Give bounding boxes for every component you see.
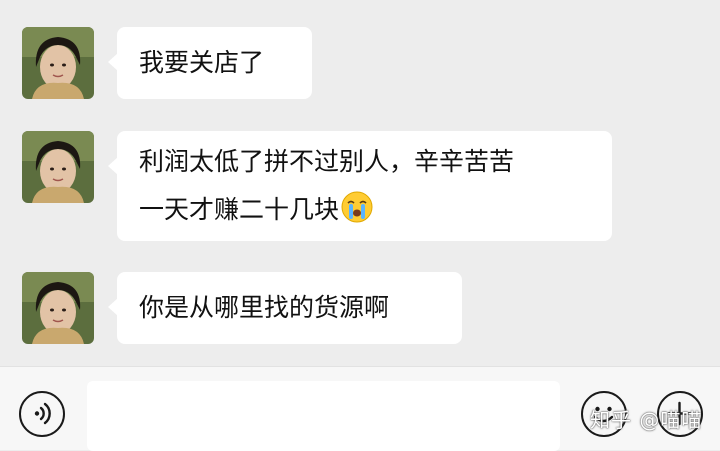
contact-avatar[interactable] [22, 272, 94, 344]
voice-input-button[interactable] [19, 391, 65, 437]
voice-icon [34, 402, 51, 425]
message-text-line: 利润太低了拼不过别人，辛辛苦苦 [139, 147, 515, 176]
portrait-photo-icon [22, 272, 94, 344]
message-bubble[interactable]: 你是从哪里找的货源啊 [108, 272, 462, 344]
message-text: 一天才赚二十几块 [139, 195, 340, 224]
contact-avatar[interactable] [22, 27, 94, 99]
loudly-crying-face-emoji-icon [341, 191, 373, 223]
chat-input-bar: 知乎 @喵喵 [0, 366, 720, 451]
chat-message-list[interactable]: 我要关店了 利润太低了拼不过别人，辛辛苦苦 一天才赚二十几块 你是从哪里找的货源… [0, 0, 720, 366]
message-input[interactable] [87, 381, 560, 451]
message-text: 我要关店了 [139, 48, 265, 77]
message-text: 你是从哪里找的货源啊 [139, 293, 390, 322]
message-text-line: 一天才赚二十几块 [139, 186, 590, 234]
watermark: 知乎 @喵喵 [590, 408, 703, 432]
contact-avatar[interactable] [22, 131, 94, 203]
portrait-photo-icon [22, 27, 94, 99]
portrait-photo-icon [22, 131, 94, 203]
message-bubble[interactable]: 我要关店了 [108, 27, 312, 99]
message-bubble[interactable]: 利润太低了拼不过别人，辛辛苦苦 一天才赚二十几块 [108, 131, 612, 241]
